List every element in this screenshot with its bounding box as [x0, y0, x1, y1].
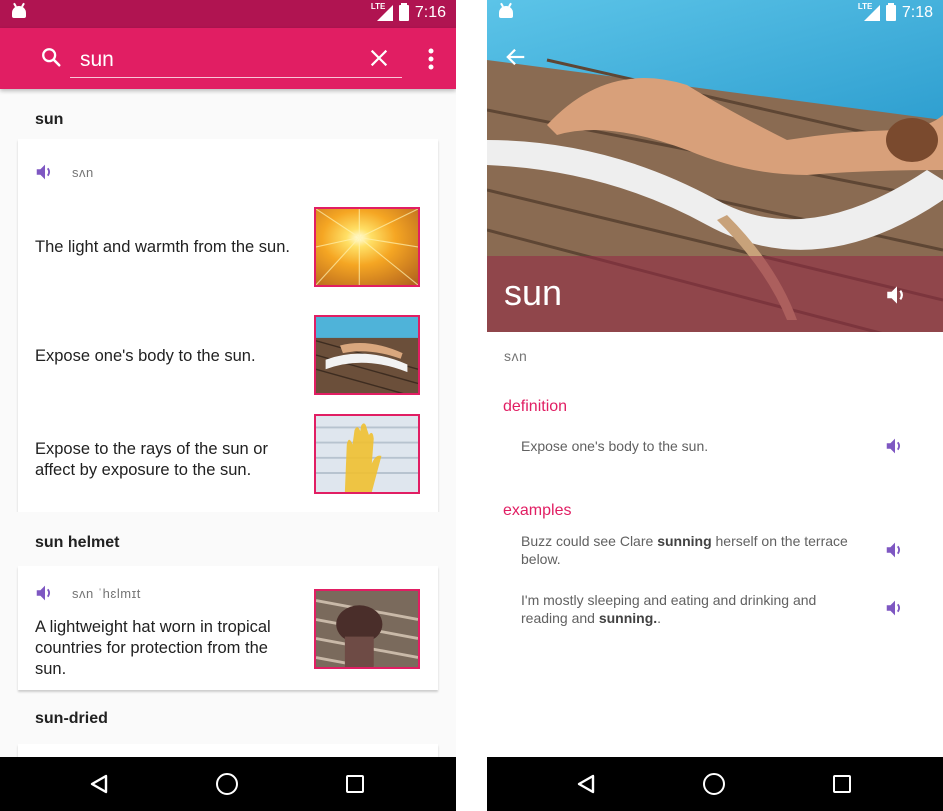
result-card: sʌn The light and warmth from the sun. E…	[18, 139, 438, 512]
battery-icon	[885, 3, 896, 21]
hand-in-sunlight-image	[314, 414, 420, 494]
status-bar: LTE 7:16	[0, 0, 456, 28]
pronunciation: sʌn	[504, 348, 528, 364]
list-item[interactable]: A lightweight hat worn in tropical count…	[18, 589, 438, 690]
signal-icon: LTE	[371, 2, 393, 21]
speaker-icon[interactable]	[884, 539, 906, 561]
nav-home-icon[interactable]	[216, 773, 238, 795]
hero-image: sun	[487, 0, 943, 332]
definition-text: A lightweight hat worn in tropical count…	[35, 617, 271, 678]
search-results-screen: LTE 7:16 sun sʌn	[0, 0, 456, 811]
speaker-icon[interactable]	[884, 435, 906, 457]
definition-text: Expose one's body to the sun.	[521, 438, 709, 454]
search-icon[interactable]	[40, 46, 62, 68]
status-bar: LTE 7:18	[487, 0, 943, 28]
pronunciation: sʌn	[72, 164, 94, 180]
definition-label: definition	[503, 398, 568, 415]
navigation-bar	[0, 757, 456, 811]
status-time: 7:16	[414, 4, 446, 21]
word-title: sun	[504, 272, 563, 313]
nav-back-icon[interactable]	[88, 773, 110, 795]
signal-icon: LTE	[858, 2, 880, 21]
close-icon[interactable]	[368, 47, 390, 69]
definition-text: The light and warmth from the sun.	[35, 237, 290, 256]
back-arrow-icon[interactable]	[505, 46, 527, 68]
sunbathing-woman-image	[314, 315, 420, 395]
results-list[interactable]: sun sʌn The light and warmth from the su…	[0, 89, 456, 757]
sun-helmet-image	[314, 589, 420, 669]
battery-icon	[398, 3, 409, 21]
more-vert-icon[interactable]	[424, 46, 438, 72]
nav-recents-icon[interactable]	[833, 775, 851, 793]
definition-text: Expose to the rays of the sun or affect …	[35, 440, 268, 479]
pronunciation: sʌn ˈhɛlmɪt	[72, 585, 141, 601]
status-time: 7:18	[901, 4, 933, 21]
nav-back-icon[interactable]	[575, 773, 597, 795]
result-card	[18, 744, 438, 757]
group-heading: sun helmet	[0, 512, 456, 566]
android-notification-icon	[12, 6, 26, 18]
example-sentence: I'm mostly sleeping and eating and drink…	[521, 592, 817, 626]
navigation-bar	[487, 757, 943, 811]
android-notification-icon	[499, 6, 513, 18]
result-card: sʌn ˈhɛlmɪt A lightweight hat worn in tr…	[18, 566, 438, 690]
sun-rays-image	[314, 207, 420, 287]
screen-divider	[456, 0, 487, 811]
group-heading: sun-dried	[0, 690, 456, 744]
list-item[interactable]: Expose one's body to the sun.	[18, 305, 438, 408]
group-heading: sun	[0, 89, 456, 139]
speaker-icon[interactable]	[34, 161, 56, 183]
list-item[interactable]: Expose to the rays of the sun or affect …	[18, 408, 438, 512]
speaker-icon[interactable]	[883, 282, 911, 308]
nav-recents-icon[interactable]	[346, 775, 364, 793]
speaker-icon[interactable]	[884, 597, 906, 619]
definition-text: Expose one's body to the sun.	[35, 347, 256, 365]
nav-home-icon[interactable]	[703, 773, 725, 795]
word-detail-screen: LTE 7:18 sun sʌn definition Expose one's…	[487, 0, 943, 811]
search-input[interactable]	[70, 42, 402, 78]
example-sentence: Buzz could see Clare sunning herself on …	[521, 533, 848, 567]
search-toolbar	[0, 28, 456, 89]
speaker-icon[interactable]	[34, 582, 56, 604]
examples-label: examples	[503, 502, 572, 519]
list-item[interactable]: The light and warmth from the sun.	[18, 189, 438, 305]
